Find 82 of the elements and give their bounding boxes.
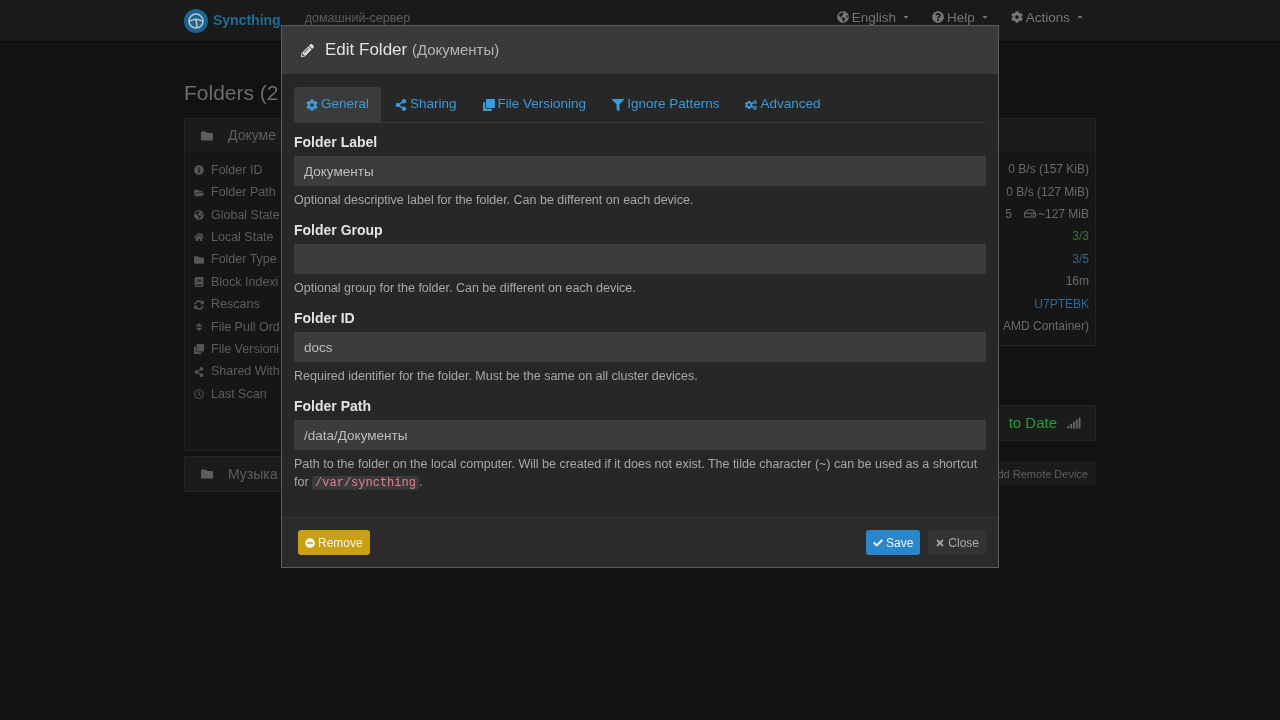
clock-icon <box>194 389 204 400</box>
settings-icon <box>1010 11 1023 23</box>
folder-detail-label: Block Indexi <box>211 273 279 291</box>
check-icon <box>872 537 883 548</box>
logo-icon <box>184 8 208 33</box>
brand-name[interactable]: Syncthing <box>213 10 281 31</box>
device-value: 0 B/s (157 KiB) <box>1008 161 1089 179</box>
device-name: домашний-сервер <box>304 10 411 25</box>
input-field[interactable]: /data/Документы <box>294 420 986 450</box>
house-icon <box>194 232 204 243</box>
caret-icon <box>1076 13 1084 21</box>
actions-menu[interactable]: Actions <box>1010 9 1084 25</box>
sort-icon <box>194 321 204 332</box>
tab[interactable]: Advanced <box>733 87 833 122</box>
field-label: Folder ID <box>294 308 355 328</box>
folder-panel-header[interactable]: Докуме <box>185 119 281 152</box>
folder-detail-label: Shared With <box>211 363 280 381</box>
caret-icon <box>980 13 989 21</box>
share-icon <box>395 98 408 111</box>
folder-icon <box>200 129 214 142</box>
refresh-icon <box>194 299 204 310</box>
folder-detail-label: File Versioni <box>211 340 280 358</box>
folder-detail-label: File Pull Ord <box>211 318 280 336</box>
save-button[interactable]: Save <box>865 530 921 555</box>
field-label: Folder Path <box>294 396 371 416</box>
dialog-title: Edit Folder (Документы) <box>325 39 500 62</box>
folder-detail-label: Folder Type <box>211 251 277 269</box>
folder-detail-label: Folder ID <box>211 161 263 179</box>
globe-icon <box>194 209 204 220</box>
folder-icon <box>200 468 214 481</box>
close-button[interactable]: Close <box>928 530 986 555</box>
help-menu[interactable]: Help <box>931 9 989 25</box>
share-icon <box>194 366 204 377</box>
help-text: Required identifier for the folder. Must be the same on all cluster devices. <box>294 368 699 385</box>
help-icon <box>931 11 944 23</box>
folder-detail-label: Last Scan <box>211 385 267 403</box>
close-icon <box>935 537 946 548</box>
field-label: Folder Group <box>294 220 383 240</box>
folder-icon <box>194 254 204 265</box>
device-value: 3/3 <box>1072 228 1089 246</box>
folder-panel-header[interactable]: Музыка <box>185 457 281 492</box>
tab[interactable]: Sharing <box>383 87 469 122</box>
tab[interactable]: General <box>294 87 382 122</box>
remote-device-panel[interactable]: to Date <box>999 405 1096 442</box>
device-value: 0 B/s (127 MiB) <box>1006 183 1089 201</box>
tab[interactable]: File Versioning <box>470 87 599 122</box>
folder-detail-label: Local State <box>211 229 274 246</box>
device-value: U7PTEBK <box>1034 295 1089 313</box>
input-field[interactable]: Документы <box>294 156 986 186</box>
help-text: Optional group for the folder. Can be different on each device. <box>294 280 637 297</box>
field-label: Folder Label <box>294 132 378 152</box>
device-value: AMD Container) <box>1002 317 1089 335</box>
filter-icon <box>612 98 625 111</box>
folder-detail-label: Rescans <box>211 296 260 314</box>
help-text: Optional descriptive label for the folder. Can be different on each device. <box>294 192 695 209</box>
folder-name: Докуме <box>228 126 276 145</box>
copy-icon <box>194 344 204 355</box>
caret-icon <box>901 13 910 21</box>
signal-icon <box>1067 417 1081 430</box>
size-value: ~127 MiB <box>1037 205 1089 223</box>
hard-drive-icon <box>1023 208 1036 220</box>
globe-icon <box>836 11 849 23</box>
tab[interactable]: Ignore Patterns <box>600 87 732 122</box>
input-field[interactable]: docs <box>294 332 986 362</box>
help-text: Path to the folder on the local computer. Will be created if it does not exist. The tilde character (~) can be used as a shortcut for /var/syncthing . <box>294 456 979 492</box>
folder-name: Музыка <box>228 464 278 484</box>
folder-detail-label: Folder Path <box>211 184 276 202</box>
device-value: 3/5 <box>1072 250 1089 268</box>
book-icon <box>194 277 204 288</box>
info-icon <box>194 165 204 176</box>
file-count: 5 <box>1005 205 1012 223</box>
gears-icon <box>745 98 758 111</box>
page-heading: Folders (2 <box>184 80 280 106</box>
folder-detail-label: Global State <box>211 206 280 224</box>
pencil-icon <box>301 43 314 57</box>
folder-icon <box>194 187 204 198</box>
remove-button[interactable]: Remove <box>298 530 370 555</box>
device-status: to Date <box>1008 412 1057 433</box>
device-value: 16m <box>1065 273 1089 291</box>
language-menu[interactable]: English <box>836 9 910 25</box>
copy-icon <box>482 98 495 111</box>
gear-icon <box>306 98 318 111</box>
